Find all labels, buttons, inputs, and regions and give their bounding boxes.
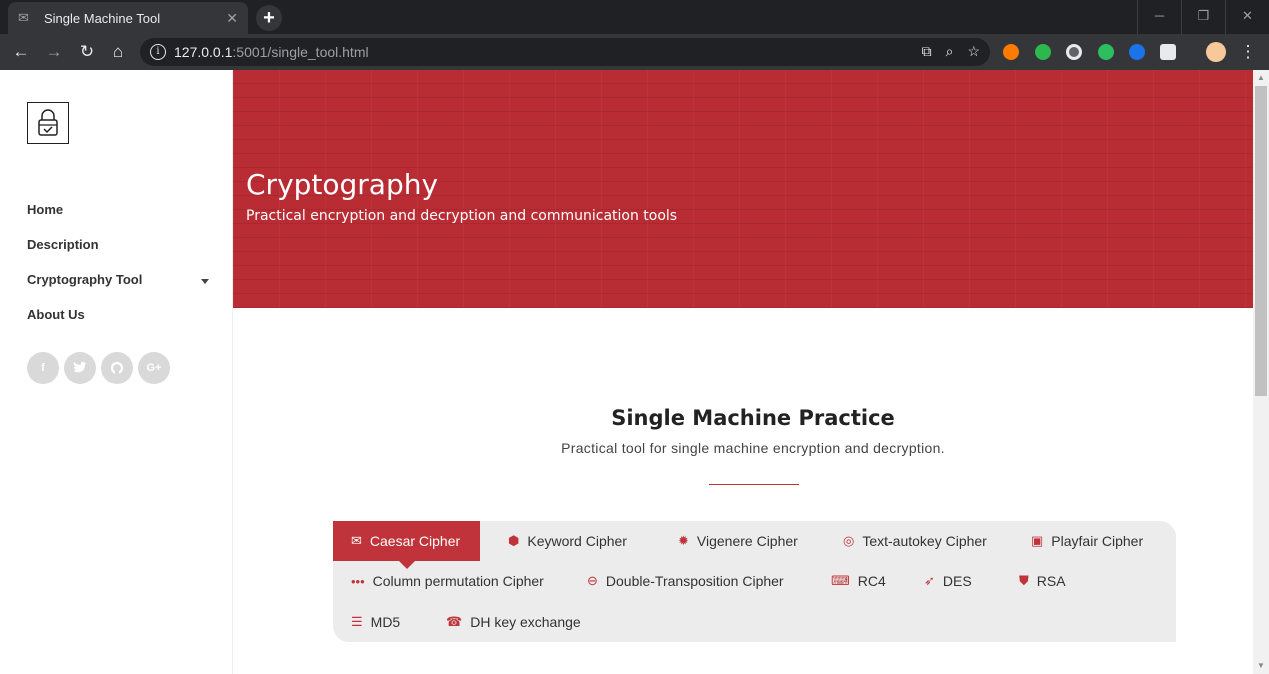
envelope-icon: ✉ — [351, 533, 362, 548]
back-icon[interactable]: ← — [10, 41, 32, 63]
zoom-icon[interactable]: ⌕ — [946, 43, 954, 60]
bookmark-star-icon[interactable]: ☆ — [967, 43, 980, 60]
address-bar[interactable]: i 127.0.0.1:5001/single_tool.html ⧉ ⌕ ☆ — [140, 38, 990, 66]
scroll-down-icon[interactable]: ▼ — [1253, 658, 1269, 674]
reload-icon[interactable]: ↻ — [76, 41, 98, 63]
page-scrollbar[interactable]: ▲ ▼ — [1253, 70, 1269, 674]
restore-icon[interactable]: ❐ — [1181, 0, 1225, 34]
pocket-icon: ▣ — [1031, 533, 1044, 548]
url-host: 127.0.0.1 — [174, 44, 233, 60]
tab-column-permutation-cipher[interactable]: ••• Column permutation Cipher — [351, 561, 544, 601]
dots-icon: ••• — [351, 573, 365, 589]
nav-about-us-label: About Us — [27, 307, 85, 322]
tab-des[interactable]: ➶ DES — [924, 561, 972, 601]
minimize-icon[interactable]: ─ — [1137, 0, 1181, 34]
tab-label: Column permutation Cipher — [372, 573, 544, 589]
site-info-icon[interactable]: i — [150, 44, 166, 60]
new-tab-button[interactable]: + — [256, 5, 282, 31]
main-content: Cryptography Practical encryption and de… — [233, 70, 1253, 674]
nav-about-us[interactable]: About Us — [27, 297, 217, 332]
phone-icon: ☎ — [446, 614, 463, 629]
cog-icon: ✹ — [678, 533, 689, 548]
cubes-icon: ⬢ — [508, 533, 520, 548]
tab-rc4[interactable]: ⌨ RC4 — [831, 561, 886, 601]
tab-keyword-cipher[interactable]: ⬢ Keyword Cipher — [508, 521, 627, 561]
github-icon[interactable] — [101, 352, 133, 384]
drive-icon: ⊖ — [587, 573, 598, 588]
caret-down-icon[interactable] — [201, 279, 209, 284]
target-icon: ◎ — [843, 533, 855, 548]
menu-kebab-icon[interactable]: ⋮ — [1237, 41, 1259, 63]
sidebar-nav: Home Description Cryptography Tool About… — [27, 192, 217, 332]
hero-subtitle: Practical encryption and decryption and … — [246, 208, 678, 224]
tab-label: Double-Transposition Cipher — [605, 573, 784, 589]
paper-plane-icon: ➶ — [924, 573, 935, 588]
close-window-icon[interactable]: ✕ — [1225, 0, 1269, 34]
tab-rsa[interactable]: ⛊ RSA — [1019, 561, 1066, 601]
browser-toolbar: ← → ↻ ⌂ i 127.0.0.1:5001/single_tool.htm… — [0, 34, 1269, 70]
url-path: :5001/single_tool.html — [232, 44, 369, 60]
nav-description[interactable]: Description — [27, 227, 217, 262]
keyboard-icon: ⌨ — [831, 573, 850, 588]
scroll-thumb[interactable] — [1255, 86, 1267, 396]
tab-text-autokey-cipher[interactable]: ◎ Text-autokey Cipher — [843, 521, 987, 561]
sidebar: Home Description Cryptography Tool About… — [0, 70, 233, 674]
extension-icon[interactable] — [1003, 44, 1019, 60]
tab-close-icon[interactable]: ✕ — [226, 10, 238, 27]
tab-label: DES — [942, 573, 972, 589]
tab-playfair-cipher[interactable]: ▣ Playfair Cipher — [1031, 521, 1143, 561]
tab-label: Text-autokey Cipher — [862, 533, 987, 549]
google-plus-icon[interactable]: G+ — [138, 352, 170, 384]
nav-description-label: Description — [27, 237, 99, 252]
adblock-icon[interactable] — [1035, 44, 1051, 60]
forward-icon[interactable]: → — [43, 41, 65, 63]
hero-title: Cryptography — [246, 168, 439, 201]
social-links: f G+ — [27, 352, 170, 384]
tab-label: Vigenere Cipher — [696, 533, 798, 549]
tab-dh-key-exchange[interactable]: ☎ DH key exchange — [446, 602, 581, 642]
browser-titlebar: ✉ Single Machine Tool ✕ + ─ ❐ ✕ — [0, 0, 1269, 34]
section-title: Single Machine Practice — [611, 406, 895, 430]
twitter-icon[interactable] — [64, 352, 96, 384]
tab-label: Caesar Cipher — [369, 533, 461, 549]
evernote-icon[interactable] — [1098, 44, 1114, 60]
tab-label: Keyword Cipher — [527, 533, 627, 549]
tab-label: RSA — [1036, 573, 1066, 589]
facebook-icon[interactable]: f — [27, 352, 59, 384]
pocket-extension-icon[interactable] — [1160, 44, 1176, 60]
extension-blue-icon[interactable] — [1129, 44, 1145, 60]
nav-home[interactable]: Home — [27, 192, 217, 227]
tab-label: RC4 — [857, 573, 886, 589]
section-divider — [709, 484, 799, 485]
translate-icon[interactable]: ⧉ — [922, 43, 932, 60]
tab-title: Single Machine Tool — [44, 10, 161, 26]
tab-caesar-cipher[interactable]: ✉ Caesar Cipher — [333, 521, 481, 569]
scroll-up-icon[interactable]: ▲ — [1253, 70, 1269, 86]
tab-label: MD5 — [370, 614, 401, 630]
home-icon[interactable]: ⌂ — [107, 41, 129, 63]
browser-tab[interactable]: ✉ Single Machine Tool ✕ — [8, 2, 248, 34]
nav-cryptography-tool-label: Cryptography Tool — [27, 272, 143, 287]
tab-double-transposition-cipher[interactable]: ⊖ Double-Transposition Cipher — [587, 561, 784, 601]
nav-home-label: Home — [27, 202, 64, 217]
tool-tabs-panel: ✉ Caesar Cipher ⬢ Keyword Cipher ✹ Vigenere… — [333, 521, 1176, 642]
section-subtitle: Practical tool for single machine encryp… — [561, 440, 945, 456]
hero-banner: Cryptography Practical encryption and de… — [233, 70, 1253, 308]
tab-label: Playfair Cipher — [1051, 533, 1144, 549]
page: Home Description Cryptography Tool About… — [0, 70, 1269, 674]
nav-cryptography-tool[interactable]: Cryptography Tool — [27, 262, 217, 297]
profile-avatar[interactable] — [1206, 42, 1226, 62]
tab-md5[interactable]: ☰ MD5 — [351, 602, 400, 642]
tab-vigenere-cipher[interactable]: ✹ Vigenere Cipher — [678, 521, 798, 561]
server-icon: ☰ — [351, 614, 363, 629]
mail-favicon-icon: ✉ — [18, 10, 29, 25]
shield-icon: ⛊ — [1019, 573, 1029, 588]
tab-label: DH key exchange — [470, 614, 581, 630]
logo-lock-icon[interactable] — [27, 102, 69, 144]
extension-c-icon[interactable] — [1066, 44, 1082, 60]
